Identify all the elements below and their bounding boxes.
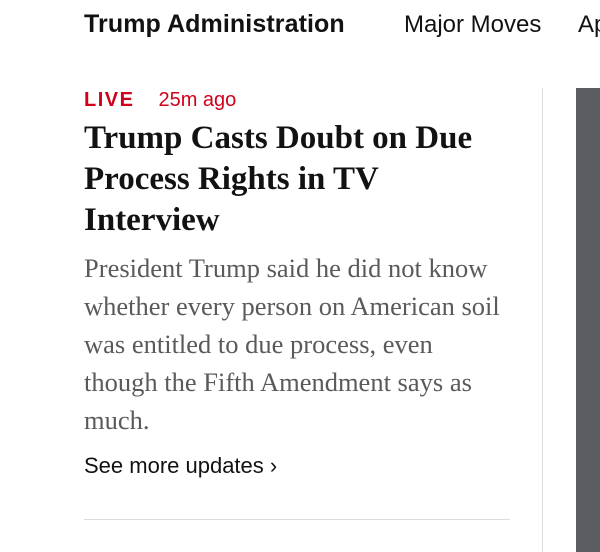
- divider: [84, 519, 510, 520]
- column-divider: [542, 88, 543, 552]
- live-badge: LIVE: [84, 88, 135, 111]
- live-story-card: LIVE 25m ago Trump Casts Doubt on Due Pr…: [84, 86, 512, 479]
- timestamp: 25m ago: [158, 88, 237, 111]
- see-more-updates-link[interactable]: See more updates ›: [84, 453, 512, 479]
- story-meta: LIVE 25m ago: [84, 86, 512, 114]
- side-story-image[interactable]: [576, 88, 600, 552]
- story-summary[interactable]: President Trump said he did not know whe…: [84, 249, 512, 439]
- story-headline[interactable]: Trump Casts Doubt on Due Process Rights …: [84, 118, 512, 241]
- nav-item-truncated[interactable]: Ap: [578, 11, 600, 39]
- nav-item-major-moves[interactable]: Major Moves: [404, 11, 541, 39]
- top-navigation: Trump Administration Major Moves Ap: [0, 0, 600, 52]
- nav-section-title[interactable]: Trump Administration: [84, 10, 345, 39]
